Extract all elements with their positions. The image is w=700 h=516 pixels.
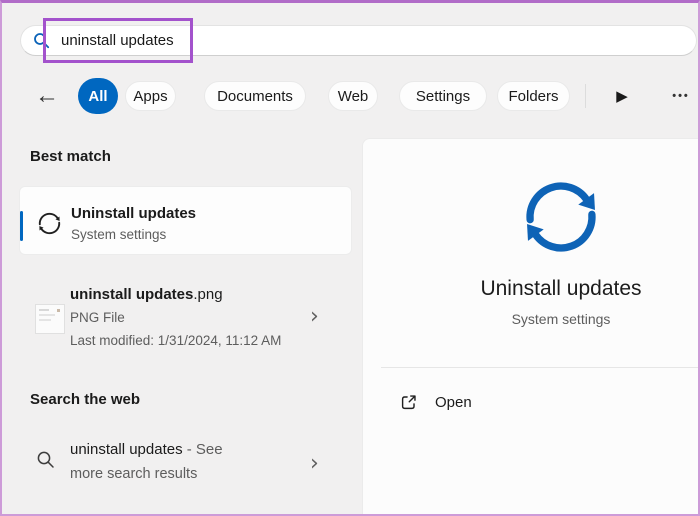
- chevron-right-icon[interactable]: ›: [310, 306, 319, 328]
- back-button[interactable]: ←: [32, 78, 62, 114]
- tab-web[interactable]: Web: [328, 81, 378, 111]
- divider: [381, 367, 700, 368]
- ellipsis-icon: •••: [672, 90, 690, 102]
- file-name: uninstall updates.png: [70, 286, 223, 303]
- overflow-menu-button[interactable]: •••: [664, 81, 698, 111]
- tab-label: Folders: [508, 88, 558, 105]
- play-icon: ▶: [616, 87, 628, 105]
- arrow-left-icon: ←: [35, 82, 59, 110]
- tab-label: All: [88, 88, 107, 105]
- more-filters-button[interactable]: ▶: [606, 81, 638, 111]
- tab-settings[interactable]: Settings: [399, 81, 487, 111]
- web-result-query: uninstall updates: [70, 441, 183, 458]
- web-search-result-row[interactable]: uninstall updates - See more search resu…: [19, 435, 352, 491]
- tab-separator: [585, 84, 586, 108]
- best-match-result[interactable]: Uninstall updates System settings: [19, 186, 352, 255]
- sync-icon: [36, 210, 63, 237]
- file-type: PNG File: [70, 310, 125, 325]
- search-icon: [33, 32, 50, 49]
- selection-accent-bar: [20, 211, 23, 241]
- file-modified-date: Last modified: 1/31/2024, 11:12 AM: [70, 333, 281, 348]
- open-button-label: Open: [435, 394, 472, 411]
- tab-documents[interactable]: Documents: [204, 81, 306, 111]
- preview-subtitle: System settings: [363, 311, 700, 327]
- open-button[interactable]: Open: [381, 382, 700, 422]
- open-external-icon: [399, 393, 418, 412]
- tab-label: Apps: [133, 88, 167, 105]
- tab-label: Settings: [416, 88, 470, 105]
- file-name-base: uninstall updates: [70, 286, 193, 303]
- search-window: uninstall updates ← All Apps Documents W…: [0, 0, 700, 516]
- tab-label: Documents: [217, 88, 293, 105]
- web-result-more: more search results: [70, 466, 197, 482]
- best-match-header: Best match: [30, 148, 111, 165]
- file-name-extension: .png: [193, 286, 222, 303]
- search-query-text[interactable]: uninstall updates: [61, 32, 174, 49]
- file-result-row[interactable]: uninstall updates.png PNG File Last modi…: [19, 281, 352, 359]
- web-result-see: - See: [183, 441, 223, 458]
- search-input[interactable]: uninstall updates: [20, 25, 697, 56]
- search-icon: [36, 450, 56, 470]
- best-match-title: Uninstall updates: [71, 205, 196, 222]
- tab-all[interactable]: All: [78, 78, 118, 114]
- file-thumbnail: [35, 304, 65, 334]
- best-match-subtitle: System settings: [71, 227, 166, 242]
- tab-apps[interactable]: Apps: [125, 81, 176, 111]
- sync-icon-large: [518, 174, 604, 260]
- web-result-text: uninstall updates - See: [70, 441, 223, 458]
- search-web-header: Search the web: [30, 391, 140, 408]
- preview-panel: Uninstall updates System settings Open: [362, 138, 700, 516]
- preview-title: Uninstall updates: [363, 277, 700, 301]
- chevron-right-icon[interactable]: ›: [310, 453, 319, 475]
- tab-folders[interactable]: Folders: [497, 81, 570, 111]
- tab-label: Web: [338, 88, 369, 105]
